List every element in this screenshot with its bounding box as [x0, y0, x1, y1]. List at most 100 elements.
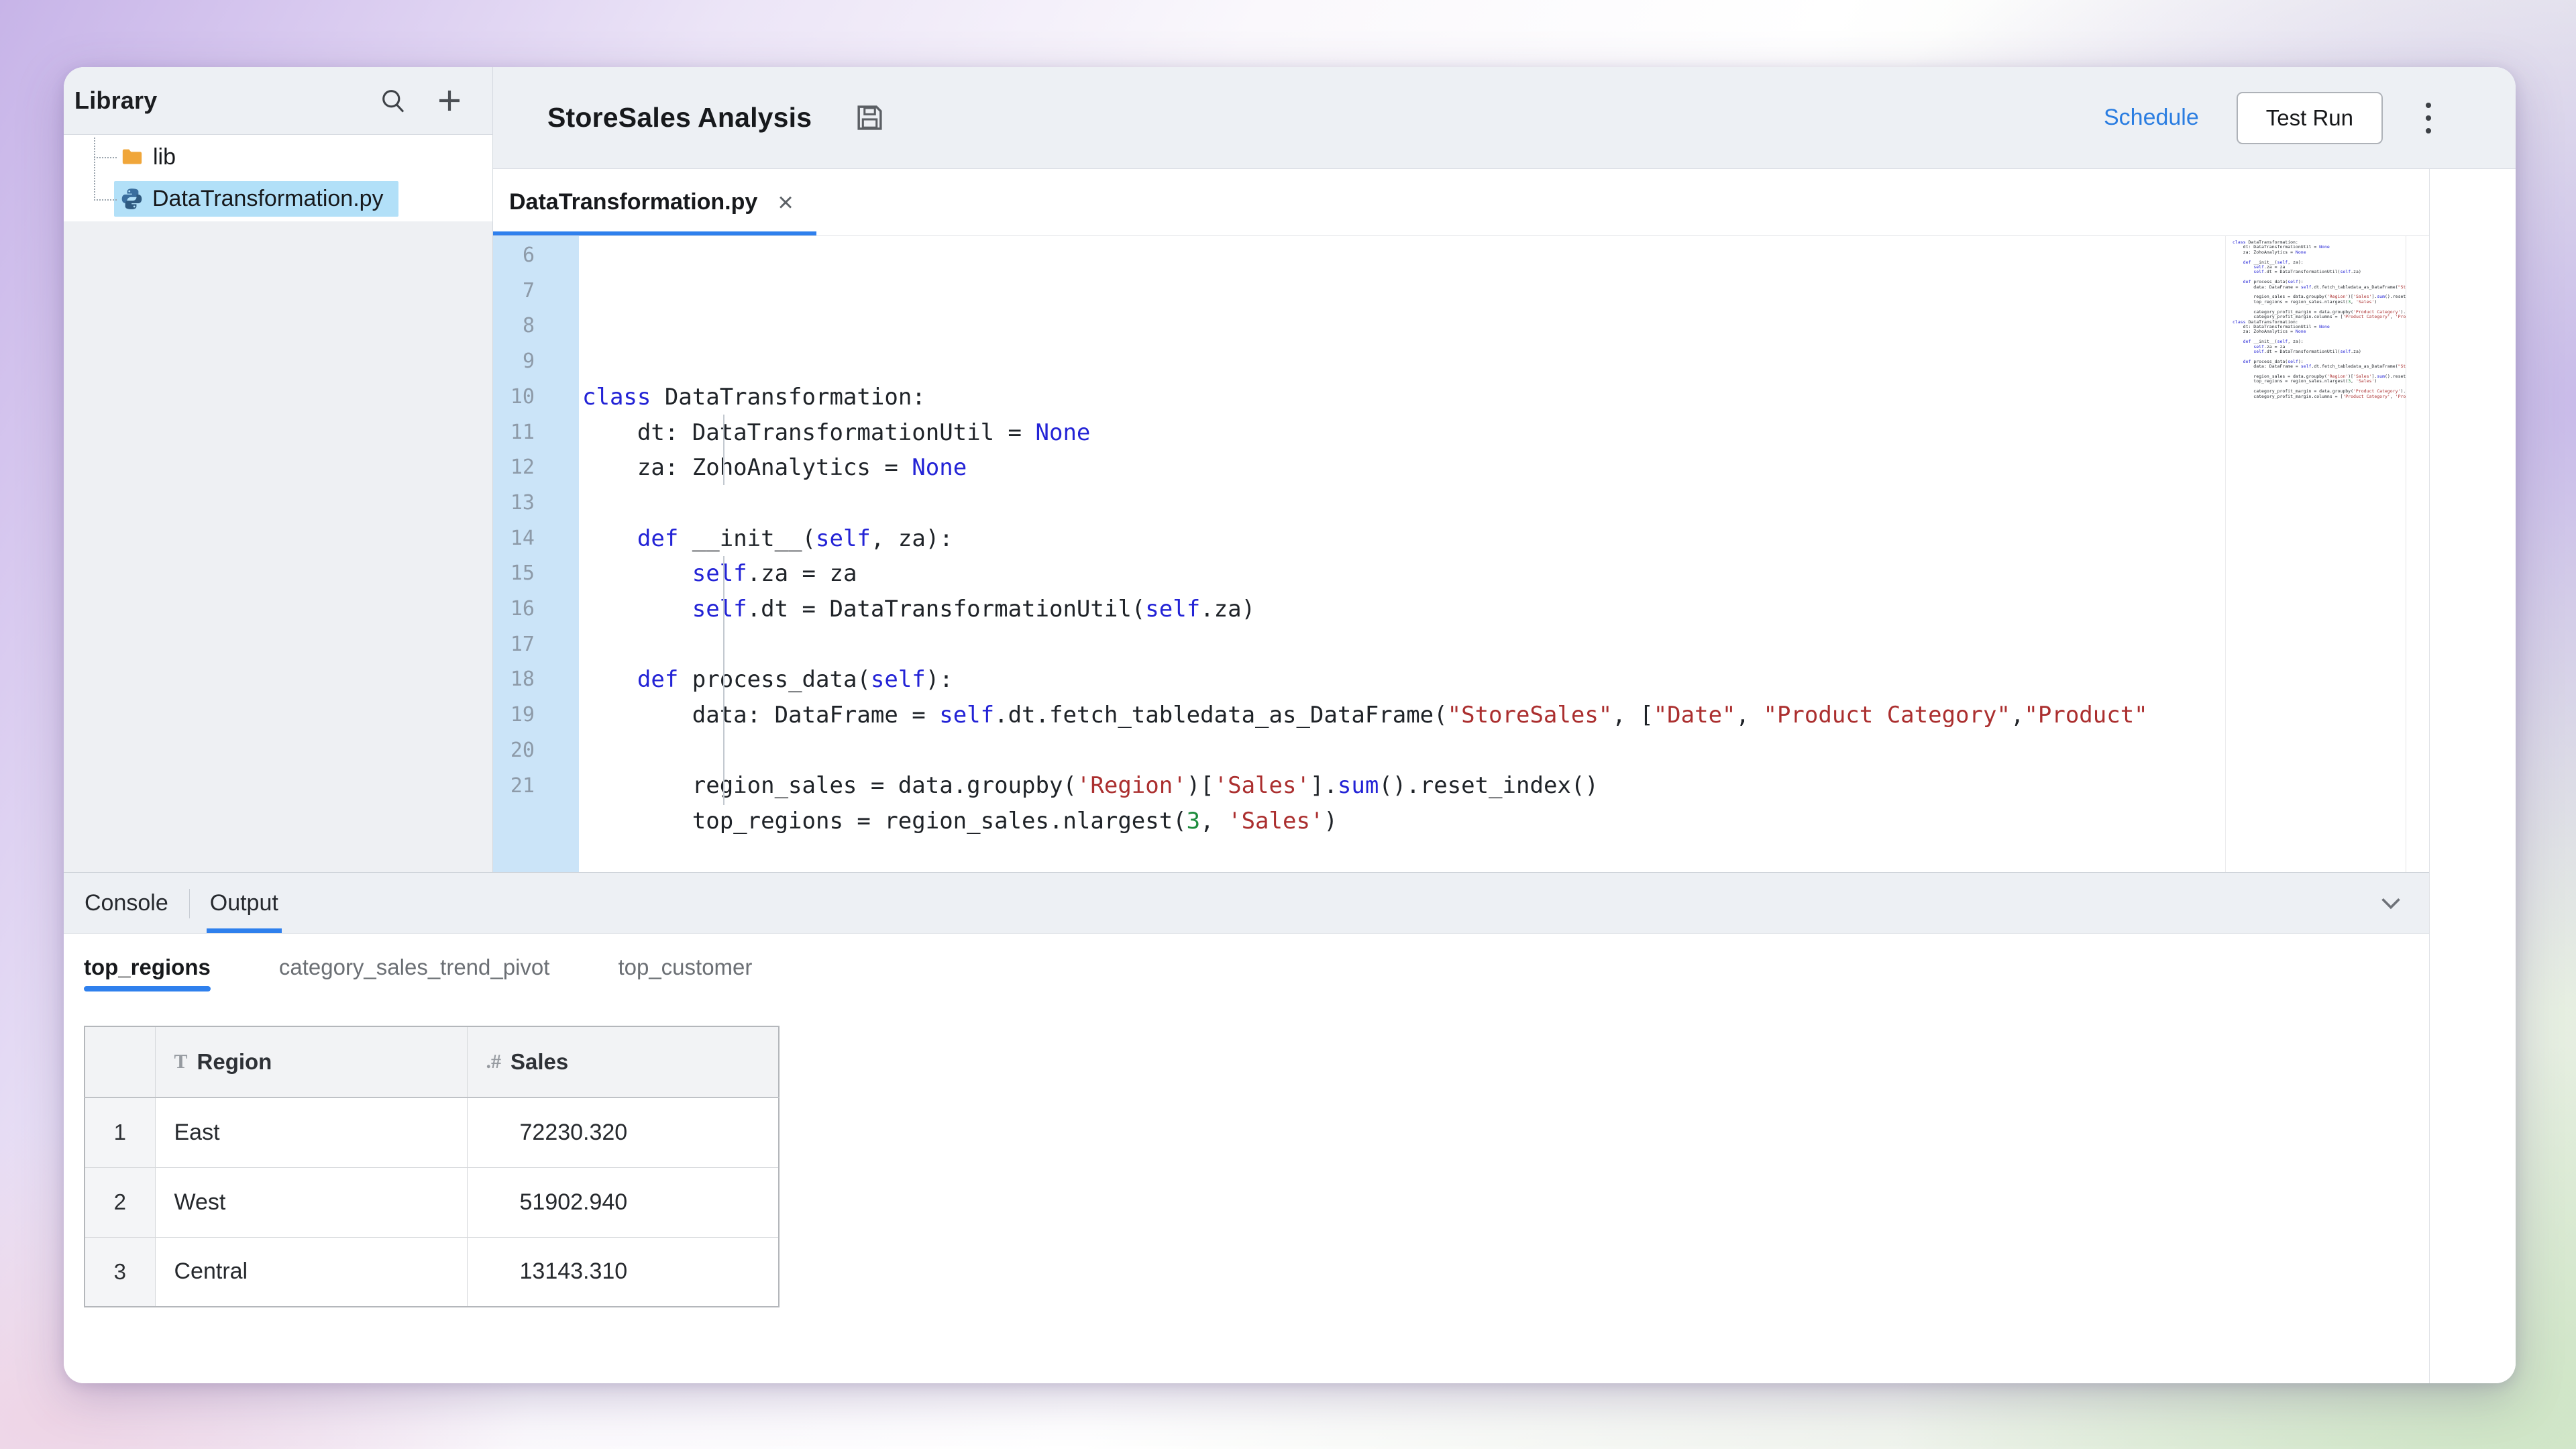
column-header-cell: TRegion [156, 1049, 467, 1075]
code-token [582, 560, 692, 587]
console-panel: Console Output top_regions category_sales_… [64, 872, 2429, 1383]
code-token: self [1145, 596, 1200, 623]
line-number: 19 [493, 698, 535, 733]
code-token [582, 666, 637, 693]
minimap-content: class DataTransformation: dt: DataTransf… [2226, 236, 2406, 872]
row-index-cell: 2 [85, 1167, 155, 1237]
console-bar-spacer [299, 873, 2370, 933]
code-token: sum [2377, 374, 2385, 379]
code-line: def process_data(self): [582, 662, 2225, 698]
code-token: self [2301, 364, 2312, 369]
code-token: self [2340, 269, 2351, 274]
code-token: za: ZohoAnalytics = [2233, 329, 2296, 334]
code-line [582, 733, 2225, 769]
schedule-link[interactable]: Schedule [2104, 105, 2199, 131]
tree-item-label: lib [153, 144, 176, 170]
table-row: 1East72230.320 [85, 1097, 779, 1167]
code-token: class [582, 384, 651, 411]
code-token: None [912, 454, 967, 481]
code-token: .dt.fetch_tabledata_as_DataFrame( [2311, 284, 2398, 290]
code-token: self [692, 560, 747, 587]
code-token: 'Sales' [2356, 378, 2374, 384]
code-token: ) [1324, 808, 1337, 835]
code-token: top_regions = region_sales.nlargest( [2233, 378, 2348, 384]
line-number: 10 [493, 380, 535, 415]
code-line: region_sales = data.groupby('Region')['S… [582, 768, 2225, 804]
console-tab-label: Console [85, 890, 168, 916]
code-line [582, 486, 2225, 521]
console-tab-output[interactable]: Output [189, 873, 299, 933]
code-token: self [871, 666, 926, 693]
output-table: TRegion.#Sales 1East72230.3202West51902.… [84, 1026, 780, 1307]
code-token: , [2351, 378, 2356, 384]
region-cell: Central [155, 1237, 467, 1307]
output-tab-top_customer[interactable]: top_customer [618, 934, 752, 1001]
code-token: top_regions = region_sales.nlargest( [2233, 299, 2348, 305]
sidebar-item-datatransformation-py[interactable]: DataTransformation.py [64, 178, 492, 219]
output-tab-top_regions[interactable]: top_regions [84, 934, 211, 1001]
code-line [582, 839, 2225, 872]
code-token: .dt.fetch_tabledata_as_DataFrame( [2311, 364, 2398, 369]
code-token: .za) [2351, 349, 2361, 354]
add-file-icon[interactable] [433, 85, 466, 117]
row-index-cell: 3 [85, 1237, 155, 1307]
code-token: 'Profit Margin' [2396, 394, 2406, 399]
code-token: 'Region' [1077, 772, 1187, 799]
column-type-icon: T [174, 1051, 188, 1073]
search-icon[interactable] [378, 86, 408, 115]
close-icon[interactable]: × [777, 189, 793, 216]
code-token: None [2296, 250, 2306, 255]
code-token: "Product" [2024, 702, 2147, 729]
code-token: , [2351, 299, 2356, 305]
code-token: self [816, 525, 871, 552]
code-line: def __init__(self, za): [582, 521, 2225, 557]
code-token: def [637, 525, 678, 552]
minimap[interactable]: class DataTransformation: dt: DataTransf… [2225, 236, 2429, 872]
test-run-button[interactable]: Test Run [2237, 92, 2383, 144]
table-row: 3Central13143.310 [85, 1237, 779, 1307]
code-token: .dt.fetch_tabledata_as_DataFrame( [994, 702, 1448, 729]
output-table-header: TRegion.#Sales [85, 1026, 779, 1097]
code-token: self [2253, 269, 2264, 274]
editor-scrollbar[interactable] [2406, 236, 2429, 872]
console-tab-console[interactable]: Console [64, 873, 189, 933]
code-token: top_regions = region_sales.nlargest( [582, 808, 1187, 835]
code-token: .dt = DataTransformationUtil( [2264, 269, 2341, 274]
code-token: sum [2377, 294, 2385, 299]
code-line [582, 627, 2225, 663]
code-editor: 6789101112131415161718192021 class DataT… [493, 236, 2429, 872]
region-cell: East [155, 1097, 467, 1167]
more-options-icon[interactable] [2419, 96, 2438, 140]
code-line: top_regions = region_sales.nlargest(3, '… [582, 804, 2225, 839]
line-number: 8 [493, 309, 535, 344]
output-content: top_regions category_sales_trend_pivot top… [64, 934, 2429, 1307]
table-corner-cell [85, 1026, 155, 1097]
code-token [582, 525, 637, 552]
output-tab-category_sales_trend_pivot[interactable]: category_sales_trend_pivot [279, 934, 550, 1001]
code-token: self [939, 702, 994, 729]
code-token: )[ [1187, 772, 1214, 799]
save-icon[interactable] [853, 101, 886, 134]
line-number: 18 [493, 662, 535, 698]
chevron-down-icon[interactable] [2370, 873, 2412, 933]
code-token: None [2319, 324, 2330, 329]
sidebar-item-lib[interactable]: lib [64, 136, 492, 178]
output-table-body: 1East72230.3202West51902.9403Central1314… [85, 1097, 779, 1307]
tab-datatransformation[interactable]: DataTransformation.py × [493, 169, 816, 235]
line-number: 9 [493, 344, 535, 380]
code-line: data: DataFrame = self.dt.fetch_tabledat… [582, 698, 2225, 733]
minimap-line: category_profit_margin.columns = ['Produ… [2233, 394, 2403, 399]
code-token: self [2253, 349, 2264, 354]
code-token: sum [1338, 772, 1379, 799]
code-area[interactable]: class DataTransformation: dt: DataTransf… [579, 236, 2225, 872]
code-token: data: DataFrame = [2233, 364, 2301, 369]
minimap-line: za: ZohoAnalytics = None [2233, 250, 2403, 255]
column-header-region: TRegion [155, 1026, 467, 1097]
code-token: ().reset_index() [2385, 374, 2406, 379]
code-line: self.za = za [582, 556, 2225, 592]
line-number: 16 [493, 592, 535, 627]
python-icon [119, 186, 144, 211]
file-tree: lib DataTransformation.py [64, 135, 492, 221]
right-gutter-strip [2429, 169, 2516, 1383]
tree-guide [94, 199, 117, 201]
